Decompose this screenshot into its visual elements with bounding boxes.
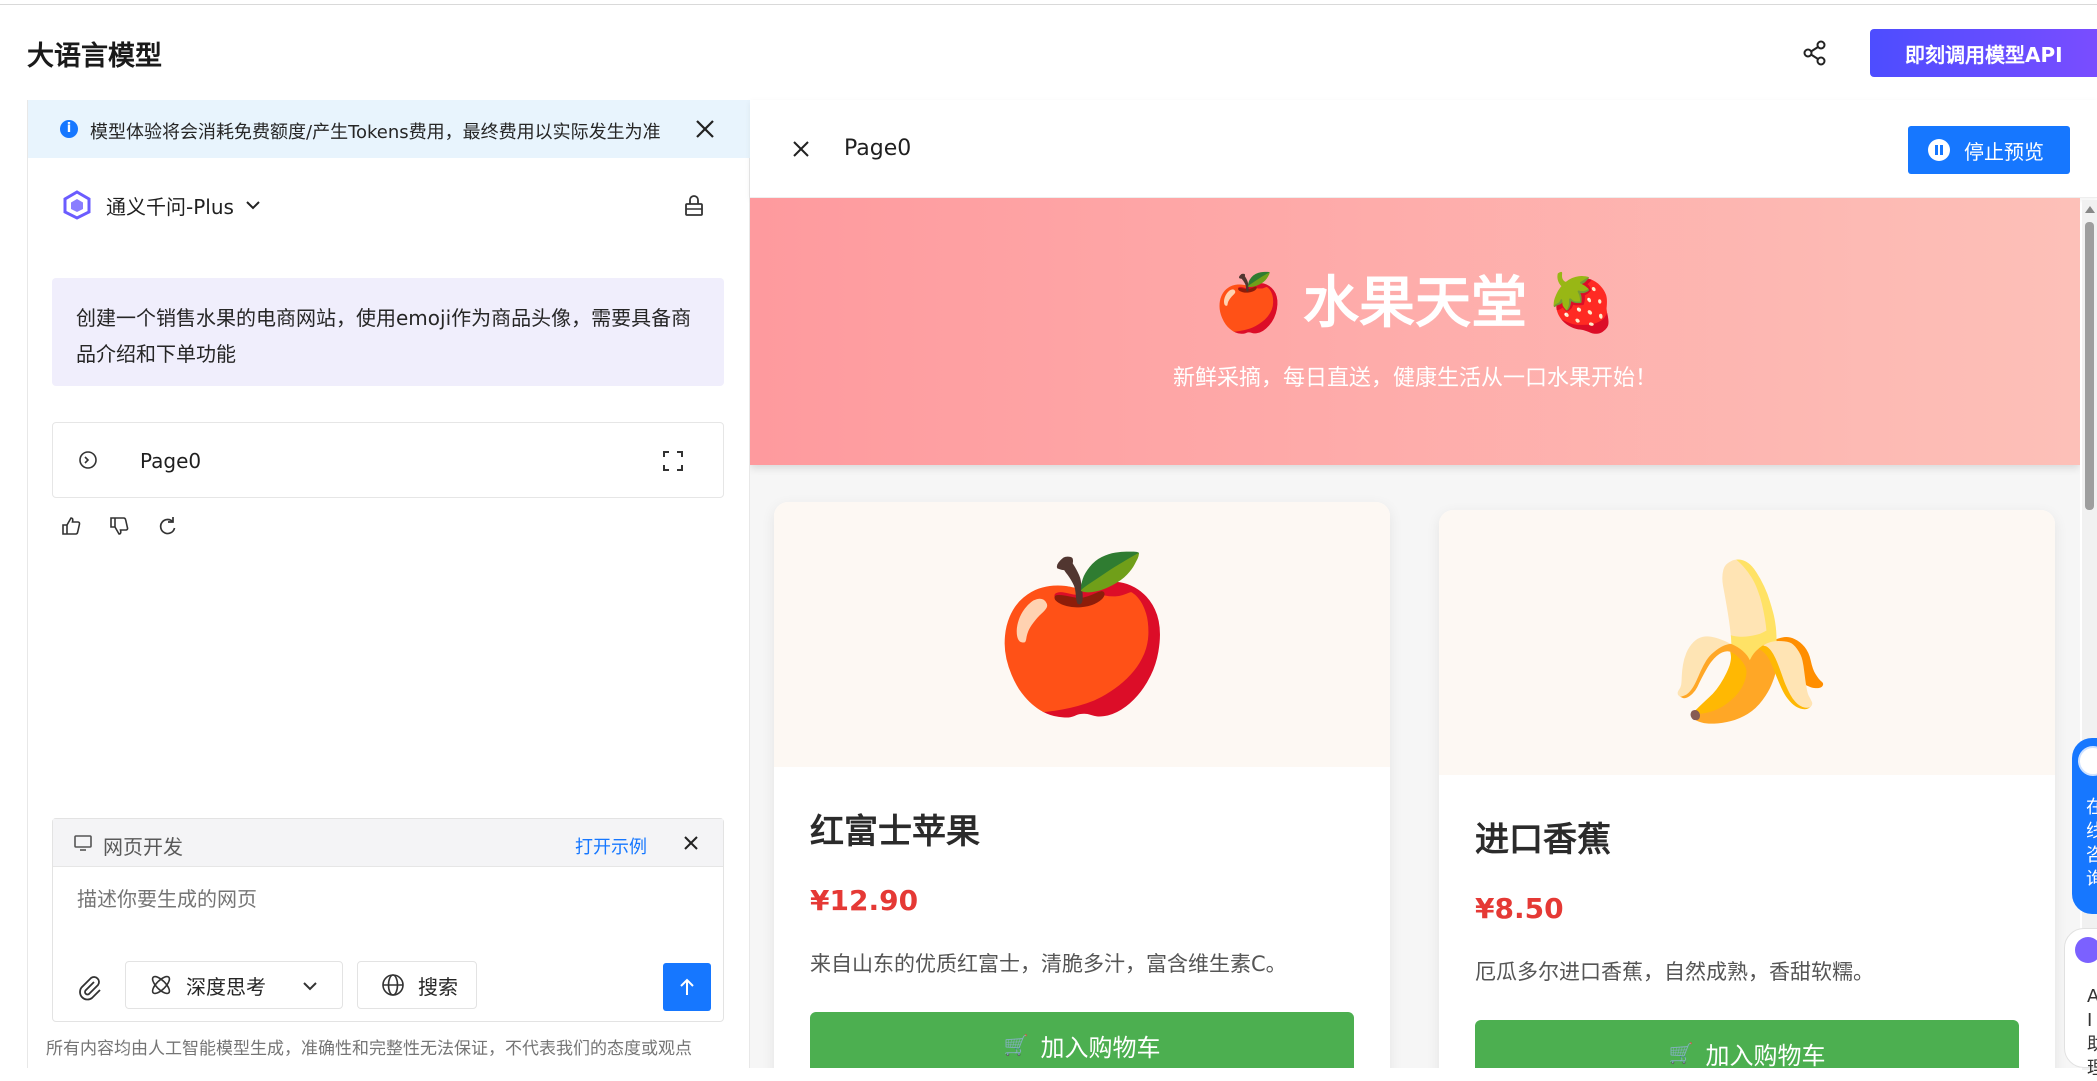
ai-assistant-icon	[2075, 937, 2097, 963]
call-api-button[interactable]: 即刻调用模型API	[1870, 29, 2097, 77]
cart-icon: 🛒	[1003, 1033, 1029, 1057]
preview-header: Page0 停止预览	[750, 100, 2097, 198]
close-preview-icon[interactable]	[790, 138, 812, 160]
search-toggle[interactable]: 搜索	[357, 961, 477, 1009]
close-notice-icon[interactable]	[692, 116, 718, 142]
product-description: 厄瓜多尔进口香蕉，自然成熟，香甜软糯。	[1475, 960, 1874, 984]
notice-text: 模型体验将会消耗免费额度/产生Tokens费用，最终费用以实际发生为准	[90, 122, 661, 143]
code-page-icon	[79, 451, 97, 469]
product-image-area: 🍌	[1439, 510, 2055, 775]
prompt-input[interactable]	[77, 887, 677, 911]
ai-assistant-widget[interactable]: AI助理	[2064, 928, 2097, 1079]
thumbs-down-icon[interactable]	[108, 515, 130, 537]
cost-notice: i 模型体验将会消耗免费额度/产生Tokens费用，最终费用以实际发生为准	[28, 100, 750, 158]
model-selector[interactable]: 通义千问-Plus	[62, 190, 262, 220]
product-name: 红富士苹果	[810, 812, 980, 852]
cart-icon: 🛒	[1668, 1041, 1694, 1065]
mode-label: 网页开发	[103, 835, 183, 859]
deep-think-icon	[151, 975, 171, 995]
close-mode-icon[interactable]	[679, 831, 703, 855]
share-icon[interactable]	[1800, 38, 1830, 68]
top-border	[0, 0, 2097, 5]
send-button[interactable]	[663, 963, 711, 1011]
chevron-down-icon	[246, 201, 260, 210]
thumbs-up-icon[interactable]	[60, 515, 82, 537]
add-to-cart-label: 加入购物车	[1040, 1033, 1161, 1062]
pause-icon	[1928, 139, 1950, 161]
product-price: ¥8.50	[1475, 892, 1564, 925]
consult-text: 在线咨询	[2086, 797, 2097, 890]
product-description: 来自山东的优质红富士，清脆多汁，富含维生素C。	[810, 952, 1287, 976]
stop-preview-label: 停止预览	[1964, 139, 2044, 164]
add-to-cart-button[interactable]: 🛒 加入购物车	[1475, 1020, 2019, 1068]
deep-think-toggle[interactable]: 深度思考	[125, 961, 343, 1009]
qwen-logo-icon	[63, 190, 91, 220]
add-to-cart-button[interactable]: 🛒 加入购物车	[810, 1012, 1354, 1068]
preview-panel: Page0 停止预览 🍎 水果天堂 🍓 新鲜采摘，每日直送，健康生活从一口水果开…	[750, 100, 2097, 1070]
scroll-thumb[interactable]	[2085, 222, 2094, 510]
search-label: 搜索	[418, 974, 458, 999]
preview-viewport[interactable]: 🍎 水果天堂 🍓 新鲜采摘，每日直送，健康生活从一口水果开始！ 🍎 红富士苹果 …	[750, 198, 2080, 1068]
feedback-bar	[60, 515, 178, 537]
preview-title: Page0	[844, 136, 912, 161]
attachment-icon[interactable]	[75, 973, 103, 1001]
model-name: 通义千问-Plus	[106, 194, 234, 219]
banana-emoji-icon: 🍌	[1653, 555, 1841, 730]
chat-panel: i 模型体验将会消耗免费额度/产生Tokens费用，最终费用以实际发生为准 通义…	[27, 100, 750, 1068]
product-image-area: 🍎	[774, 502, 1390, 767]
scroll-up-arrow-icon[interactable]	[2085, 206, 2095, 213]
page-title: 大语言模型	[27, 41, 162, 72]
stop-preview-button[interactable]: 停止预览	[1908, 126, 2070, 174]
disclaimer-text: 所有内容均由人工智能模型生成，准确性和完整性无法保证，不代表我们的态度或观点	[46, 1039, 692, 1059]
fullscreen-icon[interactable]	[661, 449, 685, 473]
deep-think-label: 深度思考	[186, 974, 266, 999]
arrow-up-icon	[680, 978, 694, 995]
product-card: 🍌 进口香蕉 ¥8.50 厄瓜多尔进口香蕉，自然成熟，香甜软糯。 🛒 加入购物车	[1439, 510, 2055, 1068]
site-subtitle: 新鲜采摘，每日直送，健康生活从一口水果开始！	[1172, 366, 1657, 391]
page-card-label: Page0	[140, 449, 202, 473]
site-title: 🍎 水果天堂 🍓	[1213, 271, 1617, 336]
add-to-cart-label: 加入购物车	[1705, 1041, 1826, 1069]
product-name: 进口香蕉	[1475, 820, 1611, 860]
page-artifact-card[interactable]: Page0	[52, 422, 724, 498]
chevron-down-icon[interactable]	[300, 976, 320, 996]
globe-icon	[382, 974, 404, 996]
open-example-link[interactable]: 打开示例	[575, 833, 647, 859]
avatar	[2078, 746, 2097, 776]
product-price: ¥12.90	[810, 884, 919, 917]
clear-icon[interactable]	[682, 194, 706, 218]
online-consult-widget[interactable]: 在线咨询	[2072, 738, 2097, 914]
composer-mode-bar: 网页开发 打开示例	[53, 819, 723, 867]
site-hero: 🍎 水果天堂 🍓 新鲜采摘，每日直送，健康生活从一口水果开始！	[750, 198, 2080, 465]
apple-emoji-icon: 🍎	[988, 547, 1176, 722]
regenerate-icon[interactable]	[156, 515, 178, 537]
product-card: 🍎 红富士苹果 ¥12.90 来自山东的优质红富士，清脆多汁，富含维生素C。 🛒…	[774, 502, 1390, 1068]
composer: 网页开发 打开示例 深度思考	[52, 818, 724, 1022]
user-prompt-bubble: 创建一个销售水果的电商网站，使用emoji作为商品头像，需要具备商品介绍和下单功…	[52, 278, 724, 386]
info-icon: i	[60, 120, 78, 138]
monitor-icon	[74, 835, 92, 851]
ai-assistant-text: AI助理	[2087, 986, 2097, 1079]
